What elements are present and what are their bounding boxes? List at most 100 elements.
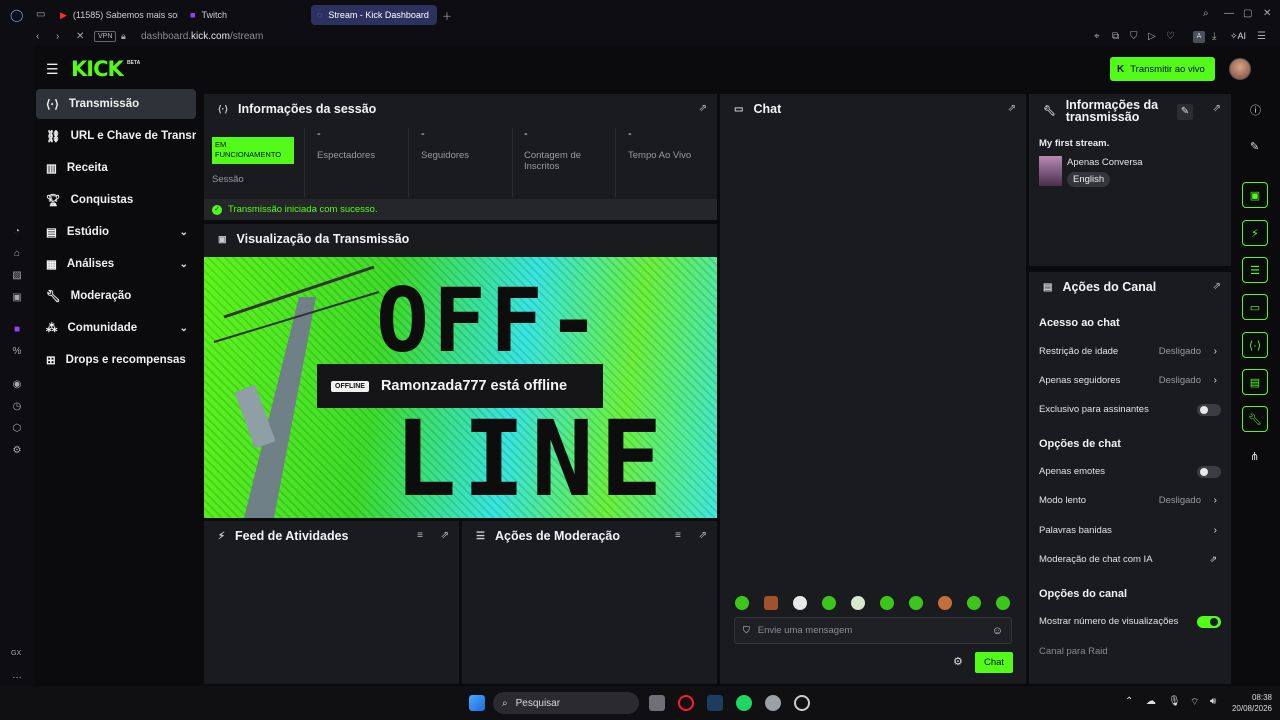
sidebar-item-url-chave[interactable]: ⛓URL e Chave de Transmissão	[36, 121, 196, 151]
history-icon[interactable]: ◷	[10, 399, 24, 413]
cloud-icon[interactable]: ☁	[1146, 696, 1156, 707]
slow-mode-row[interactable]: Modo lento Desligado ›	[1039, 491, 1221, 509]
emotes-only-toggle[interactable]	[1197, 466, 1221, 478]
emote-icon[interactable]	[735, 596, 749, 610]
forward-icon[interactable]: ›	[56, 31, 59, 42]
rail-chat-button[interactable]: ▭	[1242, 294, 1268, 320]
more-icon[interactable]: …	[10, 668, 24, 682]
popout-icon[interactable]: ⇗	[699, 530, 707, 541]
minimize-icon[interactable]: —	[1224, 8, 1234, 19]
sidebar-item-conquistas[interactable]: 🏆︎ Conquistas	[36, 185, 196, 215]
opera-logo-icon[interactable]: ◯	[10, 8, 23, 22]
chevron-up-icon[interactable]: ⌃	[1125, 696, 1133, 707]
window-icon[interactable]: ▭	[36, 9, 45, 20]
close-icon[interactable]: ✕	[1263, 8, 1271, 19]
emote-icon[interactable]	[822, 596, 836, 610]
extension-icon[interactable]: A	[1193, 31, 1205, 43]
tab-youtube[interactable]: ▶ (11585) Sabemos mais sob	[54, 5, 178, 25]
search-icon[interactable]: ⌕	[1203, 8, 1209, 19]
emote-icon[interactable]	[764, 596, 778, 610]
rail-actions-button[interactable]: ▤	[1242, 369, 1268, 395]
percent-icon[interactable]: %	[10, 344, 24, 358]
aria-icon[interactable]: ◔	[10, 224, 24, 238]
rail-broadcast-button[interactable]: ⟨·⟩	[1242, 332, 1268, 358]
mic-icon[interactable]: 🎙︎	[1168, 696, 1181, 707]
emote-icon[interactable]	[880, 596, 894, 610]
share-icon[interactable]: ⋔	[1250, 450, 1259, 463]
followers-only-row[interactable]: Apenas seguidores Desligado ›	[1039, 371, 1221, 389]
pencil-icon[interactable]: ✎	[1250, 140, 1259, 153]
taskbar-search[interactable]: ⌕ Pesquisar	[493, 692, 639, 714]
settings-icon[interactable]: ⚙	[10, 443, 24, 457]
rail-preview-button[interactable]: ▣	[1242, 182, 1268, 208]
ai-button[interactable]: ✧AI	[1230, 31, 1246, 42]
emoji-icon[interactable]: ☺	[992, 625, 1003, 637]
maximize-icon[interactable]: ▢	[1243, 8, 1252, 19]
media-icon[interactable]: ▣	[10, 290, 24, 304]
new-tab-icon[interactable]: ＋	[442, 8, 452, 23]
show-viewers-toggle[interactable]	[1197, 616, 1221, 628]
player-icon[interactable]: ▷	[1148, 31, 1156, 42]
emote-icon[interactable]	[851, 596, 865, 610]
chat-settings-icon[interactable]: ⚙	[953, 655, 963, 668]
popout-icon[interactable]: ⇗	[1213, 281, 1221, 292]
popout-icon[interactable]: ⇗	[441, 530, 449, 541]
ai-moderation-row[interactable]: Moderação de chat com IA ⇗	[1039, 550, 1221, 568]
snapshot-icon[interactable]: ⧉	[1112, 31, 1119, 42]
kick-logo[interactable]: KICK	[71, 57, 124, 81]
volume-icon[interactable]: 🔊︎	[1210, 696, 1216, 707]
bag-icon[interactable]: ⌂	[10, 246, 24, 260]
menu-icon[interactable]: ☰	[1257, 31, 1266, 42]
sidebar-item-drops[interactable]: ⊞ Drops e recompensas	[36, 345, 196, 375]
raid-channel-row[interactable]: Canal para Raid	[1039, 642, 1221, 660]
sidebar-item-transmissao[interactable]: ⟨·⟩ Transmissão	[36, 89, 196, 119]
clock[interactable]: 08:38 20/08/2026	[1226, 692, 1272, 714]
rail-wrench-button[interactable]: 🔧︎	[1242, 406, 1268, 432]
sidebar-item-estudio[interactable]: ▤ Estúdio ⌄	[36, 217, 196, 247]
filter-icon[interactable]: ≡	[675, 530, 681, 541]
lock-icon[interactable]: 🔒︎	[121, 31, 126, 42]
tab-twitch[interactable]: ■ Twitch	[184, 5, 304, 25]
hamburger-icon[interactable]: ☰	[46, 61, 59, 78]
task-view-icon[interactable]	[649, 695, 665, 711]
banned-words-row[interactable]: Palavras banidas ›	[1039, 521, 1221, 539]
twitch-icon[interactable]: ■	[10, 322, 24, 336]
chat-send-button[interactable]: Chat	[975, 652, 1013, 673]
emote-icon[interactable]	[996, 596, 1010, 610]
sidebar-item-receita[interactable]: ▥ Receita	[36, 153, 196, 183]
filter-icon[interactable]: ≡	[417, 530, 423, 541]
play-icon[interactable]: ◉	[10, 377, 24, 391]
emote-icon[interactable]	[793, 596, 807, 610]
popout-icon[interactable]: ⇗	[699, 103, 707, 114]
age-restriction-row[interactable]: Restrição de idade Desligado ›	[1039, 342, 1221, 360]
steam-icon[interactable]	[707, 695, 723, 711]
opera-gx-icon[interactable]	[678, 695, 694, 711]
settings-icon[interactable]	[765, 695, 781, 711]
rail-activity-button[interactable]: ⚡︎	[1242, 220, 1268, 246]
go-live-button[interactable]: K Transmitir ao vivo	[1110, 57, 1215, 81]
emote-icon[interactable]	[967, 596, 981, 610]
pin-icon[interactable]: ⌖	[1094, 31, 1100, 42]
obs-icon[interactable]	[794, 695, 810, 711]
edit-icon[interactable]: ✎	[1177, 104, 1193, 120]
wifi-icon[interactable]: ⌔	[1190, 696, 1199, 709]
windows-start-icon[interactable]	[469, 695, 485, 711]
sidebar-item-moderacao[interactable]: 🔧︎ Moderação	[36, 281, 196, 311]
extensions-icon[interactable]: ⬡	[10, 421, 24, 435]
subscribers-only-toggle[interactable]	[1197, 404, 1221, 416]
heart-icon[interactable]: ♡	[1166, 31, 1175, 42]
avatar[interactable]	[1229, 58, 1251, 80]
sidebar-item-comunidade[interactable]: ⁂ Comunidade ⌄	[36, 313, 196, 343]
emote-icon[interactable]	[909, 596, 923, 610]
chat-input[interactable]: ⛉ Envie uma mensagem ☺	[734, 617, 1012, 644]
popout-icon[interactable]: ⇗	[1213, 103, 1221, 114]
vpn-badge[interactable]: VPN	[94, 31, 117, 42]
shield-icon[interactable]: ⛉	[1130, 31, 1138, 42]
reload-stop-icon[interactable]: ✕	[76, 31, 84, 42]
download-icon[interactable]: ⤓	[1212, 31, 1216, 42]
emote-icon[interactable]	[938, 596, 952, 610]
back-icon[interactable]: ‹	[36, 31, 39, 42]
image-icon[interactable]: ▨	[10, 268, 24, 282]
tab-kick-dashboard[interactable]: ◌ Stream - Kick Dashboard	[311, 5, 437, 25]
url-field[interactable]: dashboard.kick.com/stream	[141, 31, 263, 42]
